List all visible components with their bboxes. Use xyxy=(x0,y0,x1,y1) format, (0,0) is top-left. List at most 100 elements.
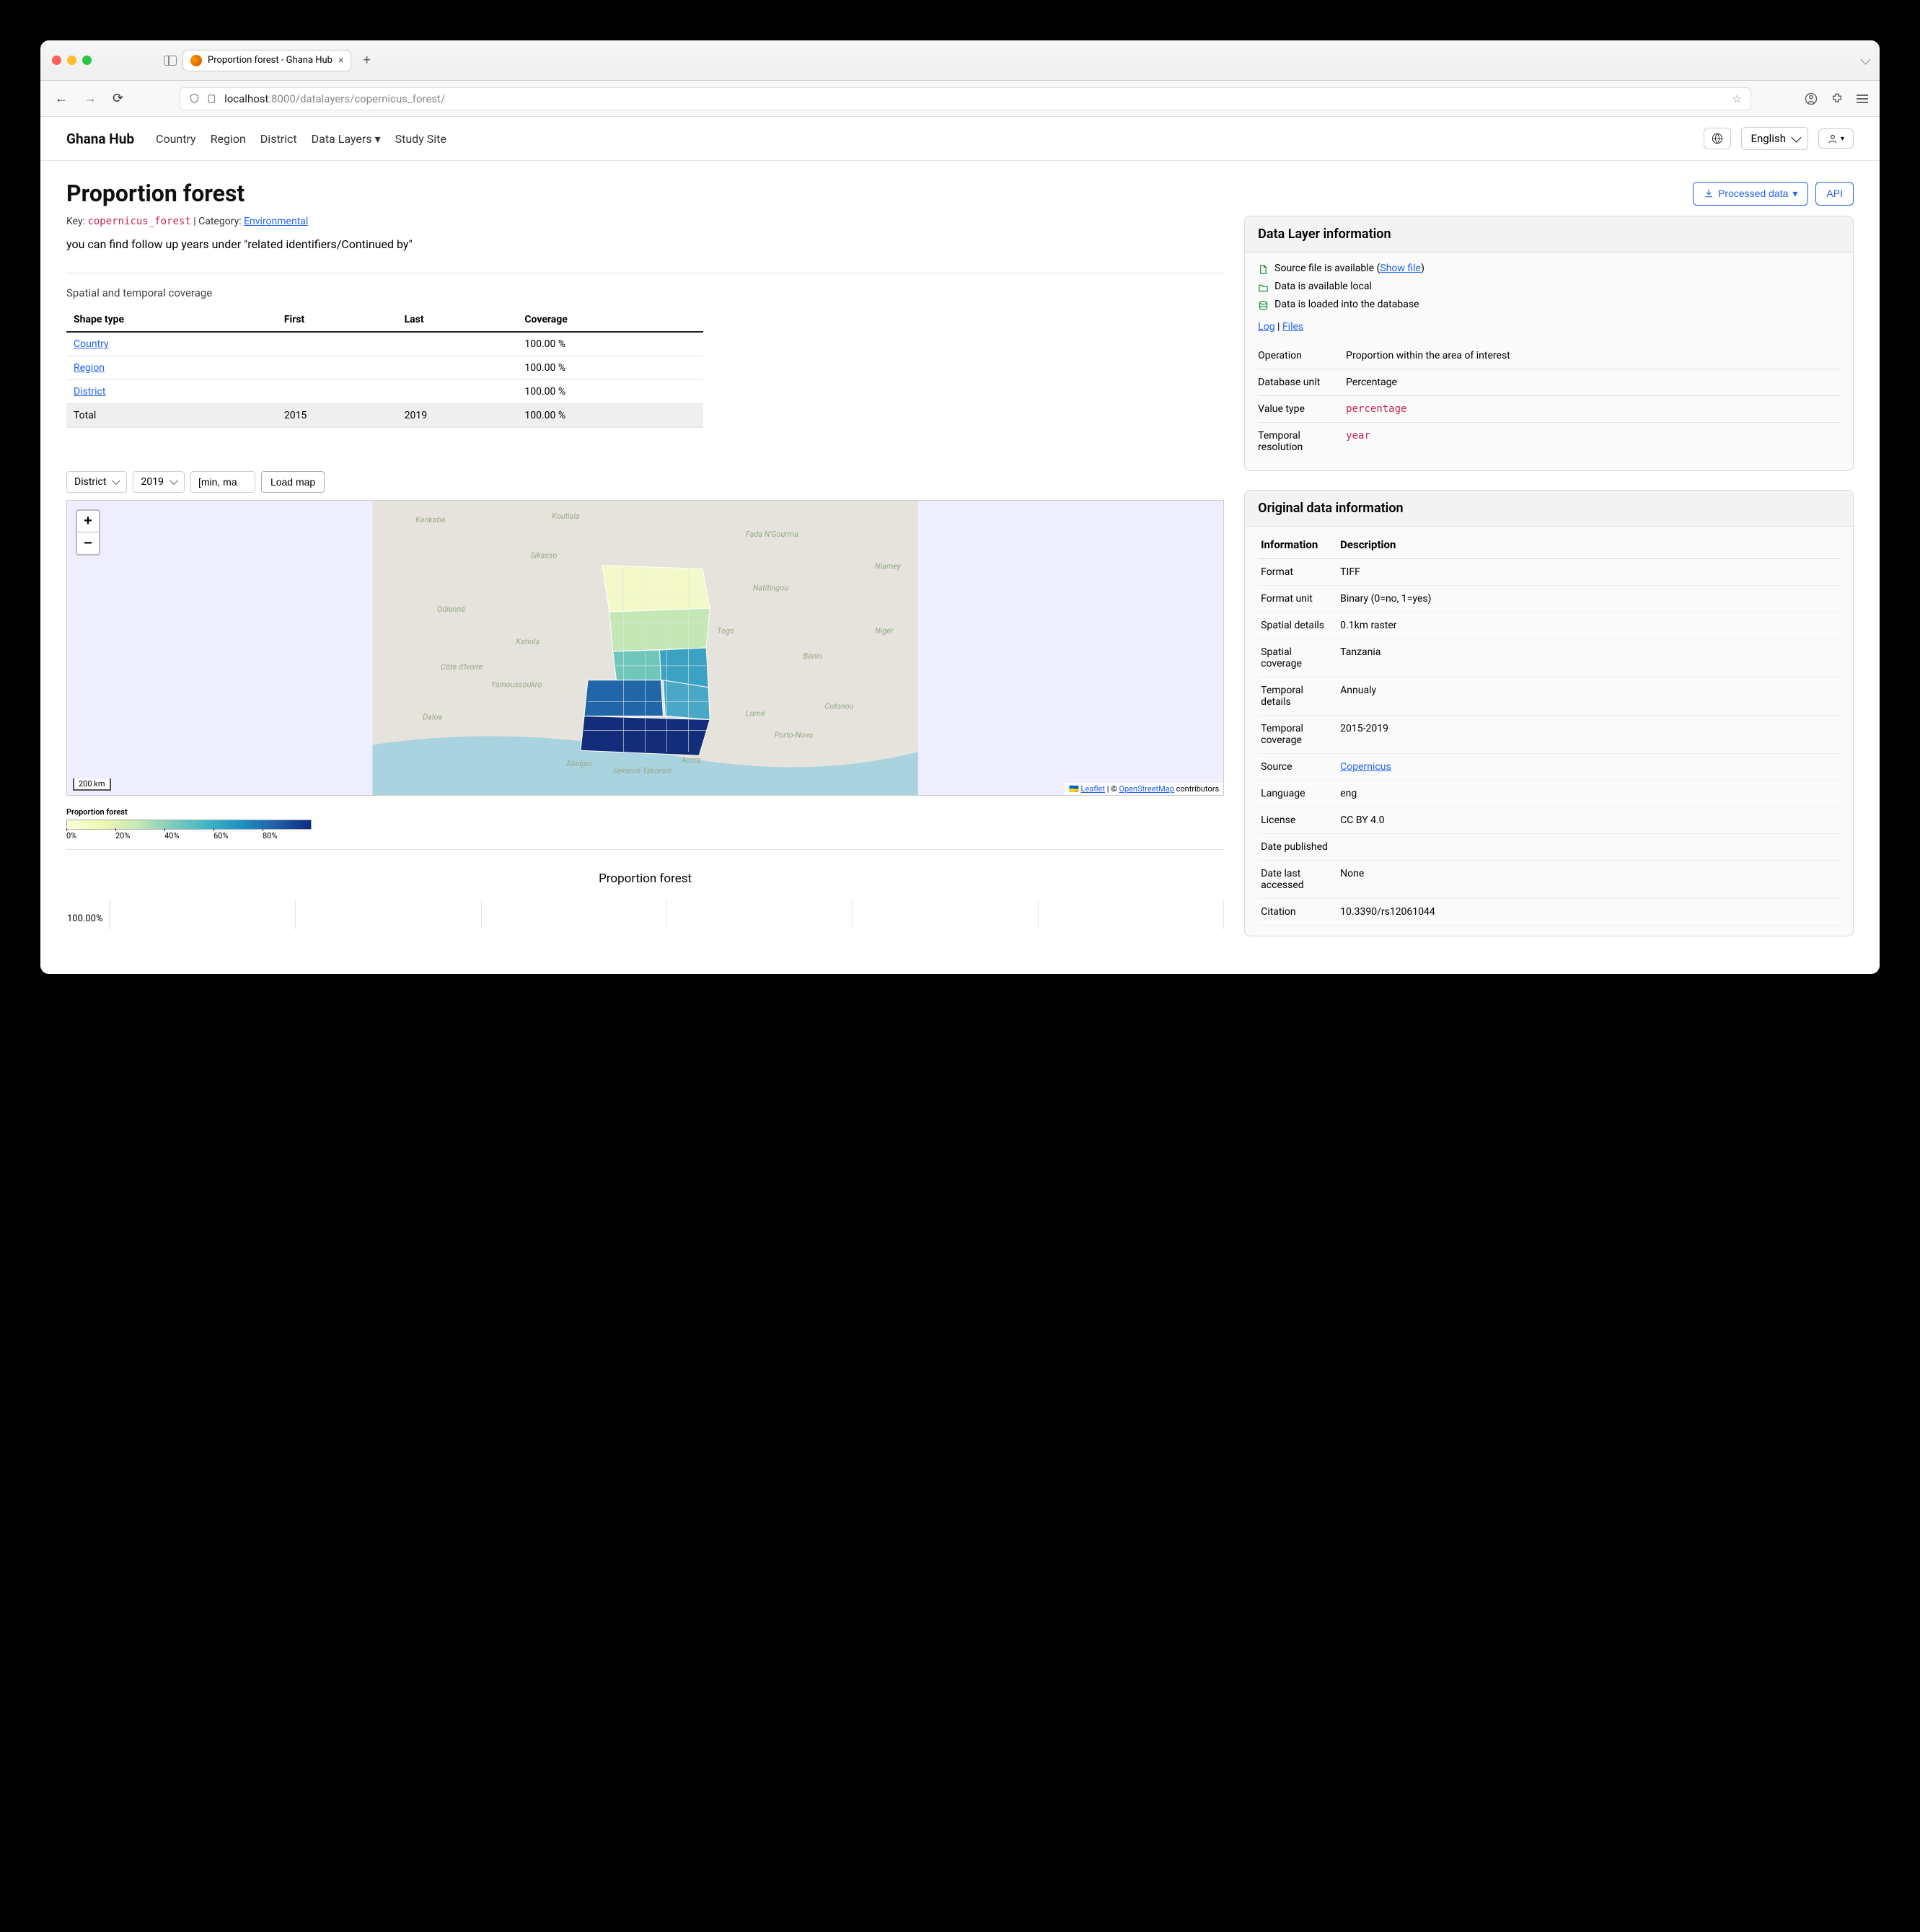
svg-text:Cotonou: Cotonou xyxy=(824,702,853,711)
original-card: Original data information Information De… xyxy=(1244,490,1854,936)
map[interactable]: KankabaKoutialaFada N'Gourma SikassoOdie… xyxy=(66,500,1224,796)
map-attribution: 🇺🇦 Leaflet | © OpenStreetMap contributor… xyxy=(1065,783,1223,795)
api-button[interactable]: API xyxy=(1815,182,1854,206)
info-row: Temporal resolutionyear xyxy=(1258,422,1840,460)
shield-icon xyxy=(189,93,200,104)
close-window[interactable] xyxy=(52,56,61,65)
zoom-control: + − xyxy=(76,509,100,556)
legend: Proportion forest 0%20%40%60%80% xyxy=(66,807,1224,840)
svg-text:Sikasso: Sikasso xyxy=(530,551,557,561)
nav-district[interactable]: District xyxy=(260,132,297,146)
account-icon[interactable] xyxy=(1805,92,1818,105)
status-local: Data is available local xyxy=(1258,281,1840,293)
range-input[interactable] xyxy=(190,471,255,493)
forward-button[interactable]: → xyxy=(81,88,100,109)
chart: 100.00% xyxy=(110,900,1224,929)
status-source: Source file is available (Show file) xyxy=(1258,263,1840,275)
legend-tick: 20% xyxy=(115,831,164,840)
datalayer-card-title: Data Layer information xyxy=(1245,216,1853,253)
legend-gradient xyxy=(66,820,312,830)
level-select[interactable]: District xyxy=(66,471,127,493)
legend-tick: 80% xyxy=(263,831,312,840)
svg-text:Sekondi-Takoradi: Sekondi-Takoradi xyxy=(613,766,672,776)
legend-tick: 60% xyxy=(213,831,263,840)
osm-link[interactable]: OpenStreetMap xyxy=(1119,784,1173,794)
svg-text:Kankaba: Kankaba xyxy=(415,515,445,524)
reload-button[interactable]: ⟳ xyxy=(110,88,126,109)
chart-ylabel: 100.00% xyxy=(67,913,102,924)
shape-link[interactable]: District xyxy=(74,386,105,398)
table-row: Languageeng xyxy=(1258,781,1840,807)
status-db: Data is loaded into the database xyxy=(1258,299,1840,311)
browser-tab[interactable]: Proportion forest - Ghana Hub × xyxy=(182,50,351,71)
extensions-icon[interactable] xyxy=(1831,92,1844,105)
orig-th-desc: Description xyxy=(1337,531,1840,559)
page-title: Proportion forest xyxy=(66,180,245,207)
url-field[interactable]: localhost:8000/datalayers/copernicus_for… xyxy=(180,87,1751,110)
maximize-window[interactable] xyxy=(82,56,92,65)
table-row: LicenseCC BY 4.0 xyxy=(1258,807,1840,834)
table-row: FormatTIFF xyxy=(1258,559,1840,586)
cov-th: First xyxy=(277,308,397,332)
category-link[interactable]: Environmental xyxy=(244,216,308,227)
leaflet-link[interactable]: Leaflet xyxy=(1081,784,1105,794)
table-row: Spatial coverageTanzania xyxy=(1258,639,1840,677)
legend-title: Proportion forest xyxy=(66,807,1224,817)
browser-window: Proportion forest - Ghana Hub × + ← → ⟳ … xyxy=(40,40,1880,974)
user-menu[interactable]: ▾ xyxy=(1818,128,1854,149)
folder-icon xyxy=(1258,282,1269,293)
table-row: Date last accessedNone xyxy=(1258,861,1840,899)
nav-study-site[interactable]: Study Site xyxy=(395,132,446,146)
table-row: Region100.00 % xyxy=(66,356,703,380)
shape-link[interactable]: Country xyxy=(74,338,109,350)
cov-th: Shape type xyxy=(66,308,277,332)
nav-data-layers[interactable]: Data Layers▾ xyxy=(312,132,381,146)
brand[interactable]: Ghana Hub xyxy=(66,131,134,147)
titlebar-overflow[interactable] xyxy=(1861,53,1868,67)
menu-icon[interactable] xyxy=(1857,95,1868,103)
bookmark-icon[interactable]: ☆ xyxy=(1732,92,1742,105)
minimize-window[interactable] xyxy=(67,56,76,65)
language-select[interactable]: English xyxy=(1741,127,1808,150)
nav-country[interactable]: Country xyxy=(156,132,196,146)
close-tab-icon[interactable]: × xyxy=(338,55,343,66)
files-link[interactable]: Files xyxy=(1282,321,1303,333)
table-row: Format unitBinary (0=no, 1=yes) xyxy=(1258,586,1840,612)
svg-text:Natitingou: Natitingou xyxy=(753,583,788,592)
year-select[interactable]: 2019 xyxy=(133,471,184,493)
globe-icon[interactable] xyxy=(1704,128,1731,149)
page-icon xyxy=(207,94,217,104)
processed-data-button[interactable]: Processed data ▾ xyxy=(1693,182,1808,206)
favicon-icon xyxy=(190,55,202,66)
sidebar-toggle-icon[interactable] xyxy=(164,56,177,66)
new-tab-button[interactable]: + xyxy=(357,50,376,71)
nav-region[interactable]: Region xyxy=(211,132,246,146)
table-row: Date published xyxy=(1258,834,1840,861)
window-controls xyxy=(52,56,92,65)
svg-text:Togo: Togo xyxy=(717,626,734,636)
original-card-title: Original data information xyxy=(1245,491,1853,527)
show-file-link[interactable]: Show file xyxy=(1380,263,1421,274)
database-icon xyxy=(1258,300,1269,311)
page-content: Ghana Hub Country Region District Data L… xyxy=(40,117,1880,974)
table-row: Country100.00 % xyxy=(66,332,703,356)
file-check-icon xyxy=(1258,264,1269,275)
back-button[interactable]: ← xyxy=(52,88,71,109)
log-link[interactable]: Log xyxy=(1258,321,1274,333)
svg-text:Porto-Novo: Porto-Novo xyxy=(775,730,814,739)
load-map-button[interactable]: Load map xyxy=(261,471,325,493)
info-row: Database unitPercentage xyxy=(1258,369,1840,395)
tab-title: Proportion forest - Ghana Hub xyxy=(208,55,333,66)
orig-th-info: Information xyxy=(1258,531,1337,559)
legend-tick: 40% xyxy=(164,831,213,840)
chevron-down-icon xyxy=(1791,133,1801,143)
zoom-in-button[interactable]: + xyxy=(77,511,99,532)
svg-text:Accra: Accra xyxy=(680,755,700,765)
zoom-out-button[interactable]: − xyxy=(77,532,99,554)
datalayer-card: Data Layer information Source file is av… xyxy=(1244,216,1854,471)
coverage-heading: Spatial and temporal coverage xyxy=(66,286,1224,299)
source-link[interactable]: Copernicus xyxy=(1340,761,1391,773)
original-table: Information Description FormatTIFFFormat… xyxy=(1258,531,1840,926)
shape-link[interactable]: Region xyxy=(74,362,105,374)
description: you can find follow up years under "rela… xyxy=(66,237,1224,251)
